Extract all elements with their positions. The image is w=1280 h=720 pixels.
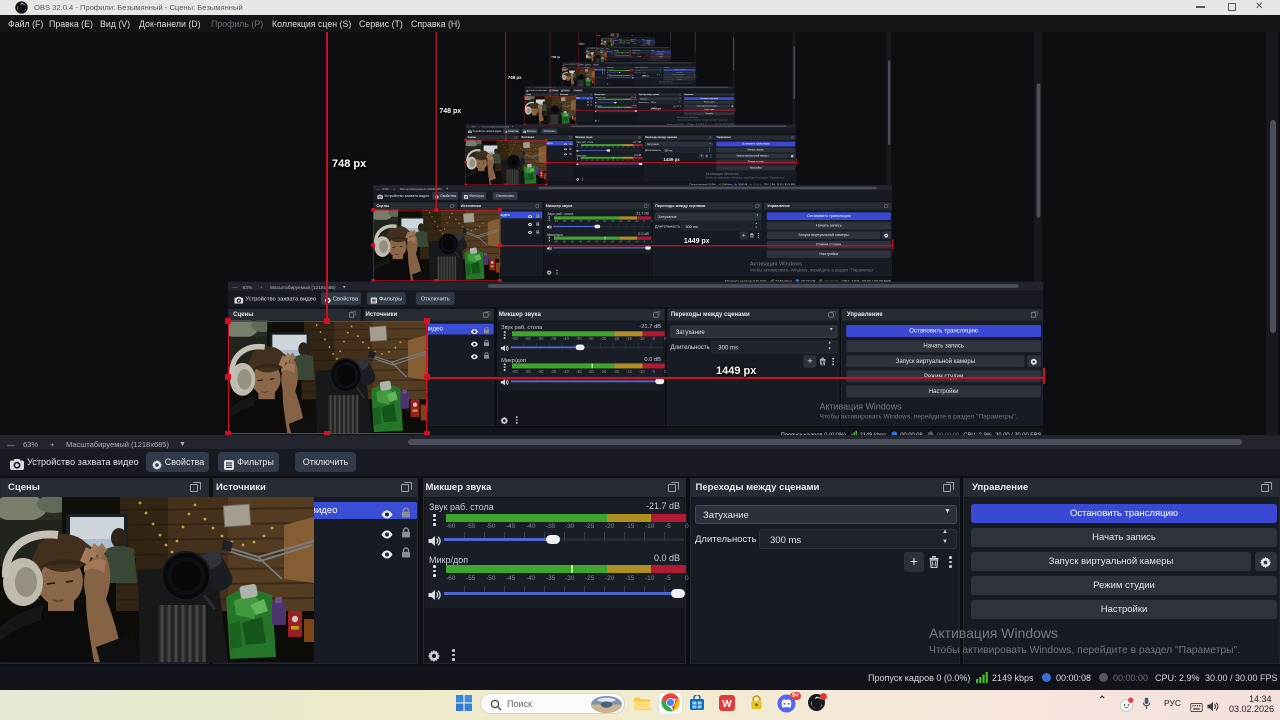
svg-text:W: W — [722, 699, 732, 710]
